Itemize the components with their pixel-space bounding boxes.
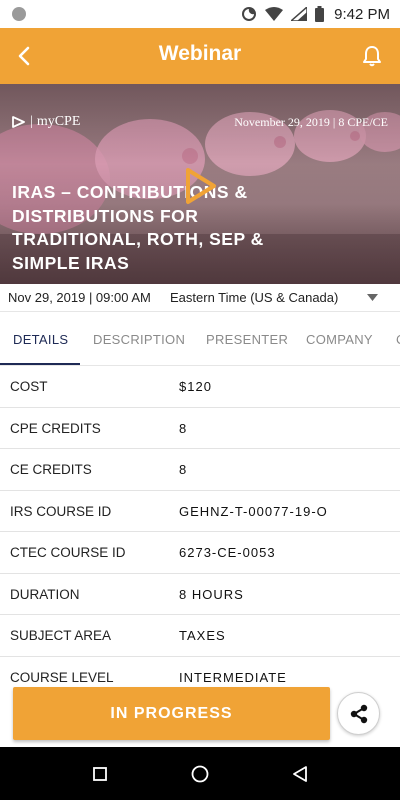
detail-label: SUBJECT AREA (10, 628, 112, 643)
notifications-button[interactable] (358, 42, 386, 70)
detail-label: CTEC COURSE ID (10, 545, 126, 560)
detail-value: $120 (179, 379, 212, 394)
detail-value: GEHNZ-T-00077-19-O (179, 503, 328, 519)
brand-logo: | myCPE (12, 114, 80, 130)
brand-divider: | (30, 114, 33, 129)
detail-row-ce-credits: CE CREDITS 8 (0, 449, 400, 491)
notification-dot-icon (12, 7, 26, 21)
system-nav-bar (0, 747, 400, 800)
mycpe-logo-icon (12, 116, 25, 128)
status-time: 9:42 PM (334, 5, 390, 23)
detail-label: CE CREDITS (10, 462, 92, 477)
detail-row-duration: DURATION 8 HOURS (0, 574, 400, 615)
course-details-table: COST $120 CPE CREDITS 8 CE CREDITS 8 IRS… (0, 366, 400, 698)
detail-value: 8 HOURS (179, 586, 244, 602)
timezone-label: Eastern Time (US & Canada) (170, 290, 339, 305)
detail-label: DURATION (10, 586, 80, 602)
detail-value: 8 (179, 462, 188, 477)
detail-row-cost: COST $120 (0, 366, 400, 408)
hero-date-credits: November 29, 2019 | 8 CPE/CE (234, 115, 388, 129)
play-icon[interactable] (180, 166, 220, 206)
signal-icon (291, 7, 308, 21)
schedule-row[interactable]: Nov 29, 2019 | 09:00 AM Eastern Time (US… (0, 284, 400, 312)
detail-tabs: DETAILS DESCRIPTION PRESENTER COMPANY C (0, 318, 400, 366)
bottom-action-bar: IN PROGRESS (0, 683, 400, 747)
home-circle-icon (191, 765, 209, 783)
webinar-date-time: Nov 29, 2019 | 09:00 AM (8, 290, 151, 305)
battery-icon (315, 6, 325, 22)
in-progress-button[interactable]: IN PROGRESS (13, 687, 330, 740)
detail-label: COST (10, 379, 48, 394)
detail-row-subject-area: SUBJECT AREA TAXES (0, 615, 400, 657)
bell-icon (363, 46, 381, 67)
recents-square-icon (93, 767, 107, 781)
active-tab-indicator (0, 363, 80, 365)
wifi-icon (265, 7, 284, 21)
status-icons: 9:42 PM (241, 4, 390, 24)
detail-row-ctec-course-id: CTEC COURSE ID 6273-CE-0053 (0, 532, 400, 574)
tab-description[interactable]: DESCRIPTION (93, 318, 185, 365)
tab-details[interactable]: DETAILS (13, 318, 68, 365)
brand-name: myCPE (36, 114, 81, 129)
detail-row-cpe-credits: CPE CREDITS 8 (0, 408, 400, 449)
detail-label: IRS COURSE ID (10, 503, 112, 519)
detail-row-irs-course-id: IRS COURSE ID GEHNZ-T-00077-19-O (0, 491, 400, 532)
share-icon (350, 704, 367, 723)
recents-button[interactable] (89, 763, 111, 785)
detail-value: 8 (179, 420, 188, 436)
home-button[interactable] (189, 763, 211, 785)
share-button[interactable] (337, 692, 380, 735)
detail-value: TAXES (179, 628, 226, 643)
tab-presenter[interactable]: PRESENTER (206, 318, 288, 365)
tab-company[interactable]: COMPANY (306, 318, 373, 365)
page-title: Webinar (158, 42, 242, 65)
do-not-disturb-icon (242, 7, 257, 21)
timezone-dropdown-icon[interactable] (367, 294, 378, 301)
detail-label: CPE CREDITS (10, 420, 101, 436)
back-triangle-icon (293, 766, 307, 782)
detail-value: 6273-CE-0053 (179, 545, 276, 560)
back-nav-button[interactable] (289, 763, 311, 785)
webinar-title: IRAs – Contributions & Distributions for… (12, 182, 264, 273)
status-bar: 9:42 PM (0, 0, 400, 28)
app-bar: Webinar (0, 28, 400, 84)
webinar-hero-banner[interactable]: | myCPE November 29, 2019 | 8 CPE/CE IRA… (0, 84, 400, 284)
tab-overflow[interactable]: C (396, 318, 400, 365)
